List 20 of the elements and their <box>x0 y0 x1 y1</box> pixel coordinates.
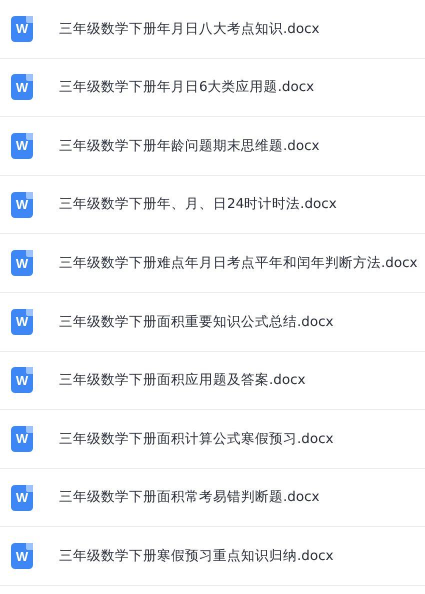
word-file-icon: W <box>11 367 33 394</box>
file-name[interactable]: 三年级数学下册面积应用题及答案.docx <box>59 370 306 390</box>
word-file-icon: W <box>11 250 33 276</box>
file-name[interactable]: 三年级数学下册面积计算公式寒假预习.docx <box>59 428 334 450</box>
file-name[interactable]: 三年级数学下册年月日八大考点知识.docx <box>59 18 320 39</box>
file-name[interactable]: 三年级数学下册年月日6大类应用题.docx <box>59 77 314 98</box>
word-file-icon: W <box>11 543 33 570</box>
file-name[interactable]: 三年级数学下册面积重要知识公式总结.docx <box>59 312 334 332</box>
file-name[interactable]: 三年级数学下册年、月、日24时计时法.docx <box>59 194 337 215</box>
word-file-icon: W <box>11 308 33 335</box>
word-file-icon: W <box>11 192 33 218</box>
file-name[interactable]: 三年级数学下册寒假预习重点知识归纳.docx <box>59 546 334 566</box>
word-file-icon: W <box>11 132 33 159</box>
word-file-icon: W <box>11 484 33 511</box>
file-name[interactable]: 三年级数学下册面积常考易错判断题.docx <box>59 487 320 508</box>
file-name[interactable]: 三年级数学下册难点年月日考点平年和闰年判断方法.docx <box>59 253 418 274</box>
word-file-icon: W <box>11 426 33 452</box>
word-file-icon: W <box>11 74 33 100</box>
word-file-icon: W <box>11 16 33 42</box>
file-name[interactable]: 三年级数学下册年龄问题期末思维题.docx <box>59 136 320 156</box>
